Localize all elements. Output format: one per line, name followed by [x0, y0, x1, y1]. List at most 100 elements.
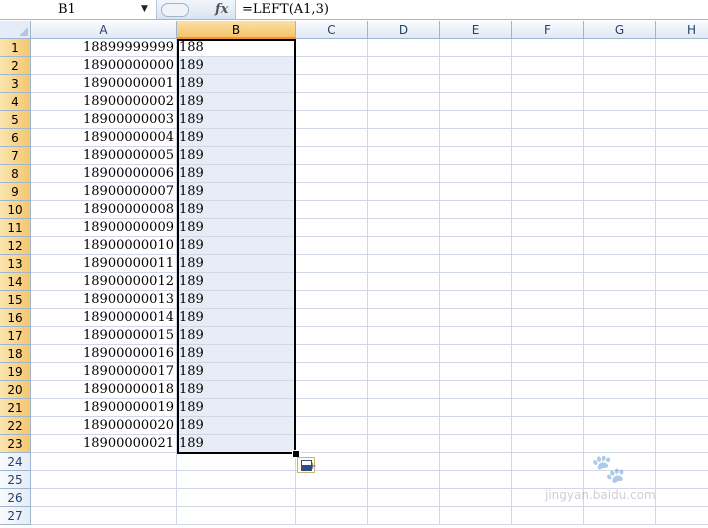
cell-c18[interactable] [296, 345, 368, 363]
cell-d23[interactable] [368, 435, 440, 453]
cell-d14[interactable] [368, 273, 440, 291]
cell-c23[interactable] [296, 435, 368, 453]
cell-d11[interactable] [368, 219, 440, 237]
cell-c25[interactable] [296, 471, 368, 489]
cell-e22[interactable] [440, 417, 512, 435]
row-header-24[interactable]: 24 [0, 453, 31, 471]
column-header-b[interactable]: B [177, 21, 296, 39]
cell-c15[interactable] [296, 291, 368, 309]
cell-g7[interactable] [584, 147, 656, 165]
cell-a25[interactable] [31, 471, 177, 489]
cell-e24[interactable] [440, 453, 512, 471]
cell-h13[interactable] [656, 255, 708, 273]
cell-f14[interactable] [512, 273, 584, 291]
cell-c5[interactable] [296, 111, 368, 129]
cell-c26[interactable] [296, 489, 368, 507]
cell-d26[interactable] [368, 489, 440, 507]
cell-g22[interactable] [584, 417, 656, 435]
cell-f18[interactable] [512, 345, 584, 363]
cell-f10[interactable] [512, 201, 584, 219]
cell-b15[interactable]: 189 [177, 291, 296, 309]
cell-h4[interactable] [656, 93, 708, 111]
cell-b22[interactable]: 189 [177, 417, 296, 435]
cell-e14[interactable] [440, 273, 512, 291]
row-header-11[interactable]: 11 [0, 219, 31, 237]
row-header-22[interactable]: 22 [0, 417, 31, 435]
cell-b24[interactable] [177, 453, 296, 471]
cell-a20[interactable]: 18900000018 [31, 381, 177, 399]
cell-h10[interactable] [656, 201, 708, 219]
cell-c3[interactable] [296, 75, 368, 93]
cell-d20[interactable] [368, 381, 440, 399]
cell-g9[interactable] [584, 183, 656, 201]
cell-b1[interactable]: 188 [177, 39, 296, 57]
cell-g6[interactable] [584, 129, 656, 147]
cell-h16[interactable] [656, 309, 708, 327]
cell-d21[interactable] [368, 399, 440, 417]
cell-d19[interactable] [368, 363, 440, 381]
cell-b17[interactable]: 189 [177, 327, 296, 345]
cell-d18[interactable] [368, 345, 440, 363]
cell-d12[interactable] [368, 237, 440, 255]
cell-e10[interactable] [440, 201, 512, 219]
cell-a17[interactable]: 18900000015 [31, 327, 177, 345]
row-header-12[interactable]: 12 [0, 237, 31, 255]
cell-e15[interactable] [440, 291, 512, 309]
cell-h22[interactable] [656, 417, 708, 435]
cell-c12[interactable] [296, 237, 368, 255]
cell-h20[interactable] [656, 381, 708, 399]
cell-a26[interactable] [31, 489, 177, 507]
cell-c11[interactable] [296, 219, 368, 237]
cell-c22[interactable] [296, 417, 368, 435]
cell-c8[interactable] [296, 165, 368, 183]
cell-g12[interactable] [584, 237, 656, 255]
row-header-5[interactable]: 5 [0, 111, 31, 129]
cell-f20[interactable] [512, 381, 584, 399]
cell-a14[interactable]: 18900000012 [31, 273, 177, 291]
cell-d8[interactable] [368, 165, 440, 183]
cell-f9[interactable] [512, 183, 584, 201]
column-header-a[interactable]: A [31, 21, 177, 39]
cell-a2[interactable]: 18900000000 [31, 57, 177, 75]
cell-c1[interactable] [296, 39, 368, 57]
row-header-20[interactable]: 20 [0, 381, 31, 399]
row-header-7[interactable]: 7 [0, 147, 31, 165]
cell-e18[interactable] [440, 345, 512, 363]
row-header-1[interactable]: 1 [0, 39, 31, 57]
column-header-d[interactable]: D [368, 21, 440, 39]
autofill-options-button[interactable]: + [297, 457, 316, 473]
cell-b13[interactable]: 189 [177, 255, 296, 273]
cell-h15[interactable] [656, 291, 708, 309]
resize-handle-icon[interactable] [161, 3, 189, 17]
cell-c7[interactable] [296, 147, 368, 165]
cell-f6[interactable] [512, 129, 584, 147]
cell-d17[interactable] [368, 327, 440, 345]
cell-e6[interactable] [440, 129, 512, 147]
cell-g13[interactable] [584, 255, 656, 273]
cell-f22[interactable] [512, 417, 584, 435]
cell-g8[interactable] [584, 165, 656, 183]
cell-d6[interactable] [368, 129, 440, 147]
cell-c4[interactable] [296, 93, 368, 111]
cell-f5[interactable] [512, 111, 584, 129]
cell-b25[interactable] [177, 471, 296, 489]
cell-h7[interactable] [656, 147, 708, 165]
cell-e21[interactable] [440, 399, 512, 417]
row-header-4[interactable]: 4 [0, 93, 31, 111]
cell-h21[interactable] [656, 399, 708, 417]
cell-d25[interactable] [368, 471, 440, 489]
row-header-25[interactable]: 25 [0, 471, 31, 489]
row-header-21[interactable]: 21 [0, 399, 31, 417]
row-header-6[interactable]: 6 [0, 129, 31, 147]
cell-d4[interactable] [368, 93, 440, 111]
cell-h1[interactable] [656, 39, 708, 57]
cell-b10[interactable]: 189 [177, 201, 296, 219]
cell-a27[interactable] [31, 507, 177, 525]
cell-a18[interactable]: 18900000016 [31, 345, 177, 363]
row-header-27[interactable]: 27 [0, 507, 31, 525]
cell-g5[interactable] [584, 111, 656, 129]
row-header-17[interactable]: 17 [0, 327, 31, 345]
cell-f15[interactable] [512, 291, 584, 309]
cell-c21[interactable] [296, 399, 368, 417]
row-header-19[interactable]: 19 [0, 363, 31, 381]
